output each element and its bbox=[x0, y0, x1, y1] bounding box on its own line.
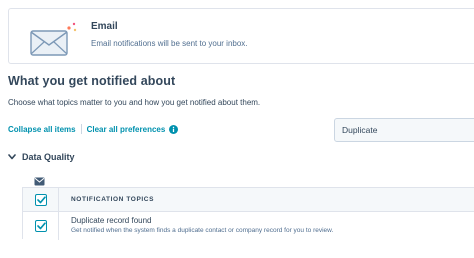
group-toggle-data-quality[interactable]: Data Quality bbox=[8, 152, 75, 162]
table-row: Duplicate record found Get notified when… bbox=[23, 212, 474, 240]
checkmark-icon bbox=[36, 196, 46, 204]
checkmark-icon bbox=[36, 222, 46, 230]
preference-actions: Collapse all items Clear all preferences bbox=[8, 124, 179, 134]
search-input[interactable] bbox=[334, 118, 474, 142]
header-check-cell bbox=[23, 188, 59, 211]
topic-checkbox-duplicate-record[interactable] bbox=[35, 220, 47, 232]
section-heading: What you get notified about bbox=[8, 74, 176, 88]
column-header-topics: NOTIFICATION TOPICS bbox=[71, 196, 155, 203]
section-subtitle: Choose what topics matter to you and how… bbox=[8, 98, 261, 107]
select-all-checkbox[interactable] bbox=[35, 194, 47, 206]
email-card-title: Email bbox=[91, 21, 118, 32]
email-channel-card: Email Email notifications will be sent t… bbox=[8, 8, 474, 64]
email-card-description: Email notifications will be sent to your… bbox=[91, 39, 248, 48]
row-check-cell bbox=[23, 212, 59, 240]
notification-topics-table: NOTIFICATION TOPICS Duplicate record fou… bbox=[22, 187, 474, 240]
group-title: Data Quality bbox=[22, 152, 75, 162]
info-icon[interactable] bbox=[169, 124, 179, 134]
chevron-down-icon bbox=[8, 154, 16, 160]
clear-all-preferences-link[interactable]: Clear all preferences bbox=[87, 125, 166, 134]
envelope-icon bbox=[29, 21, 81, 57]
table-header-row: NOTIFICATION TOPICS bbox=[23, 188, 474, 212]
link-divider bbox=[80, 124, 82, 134]
topic-title: Duplicate record found bbox=[71, 216, 152, 225]
collapse-all-link[interactable]: Collapse all items bbox=[8, 125, 76, 134]
topic-description: Get notified when the system finds a dup… bbox=[71, 227, 334, 234]
